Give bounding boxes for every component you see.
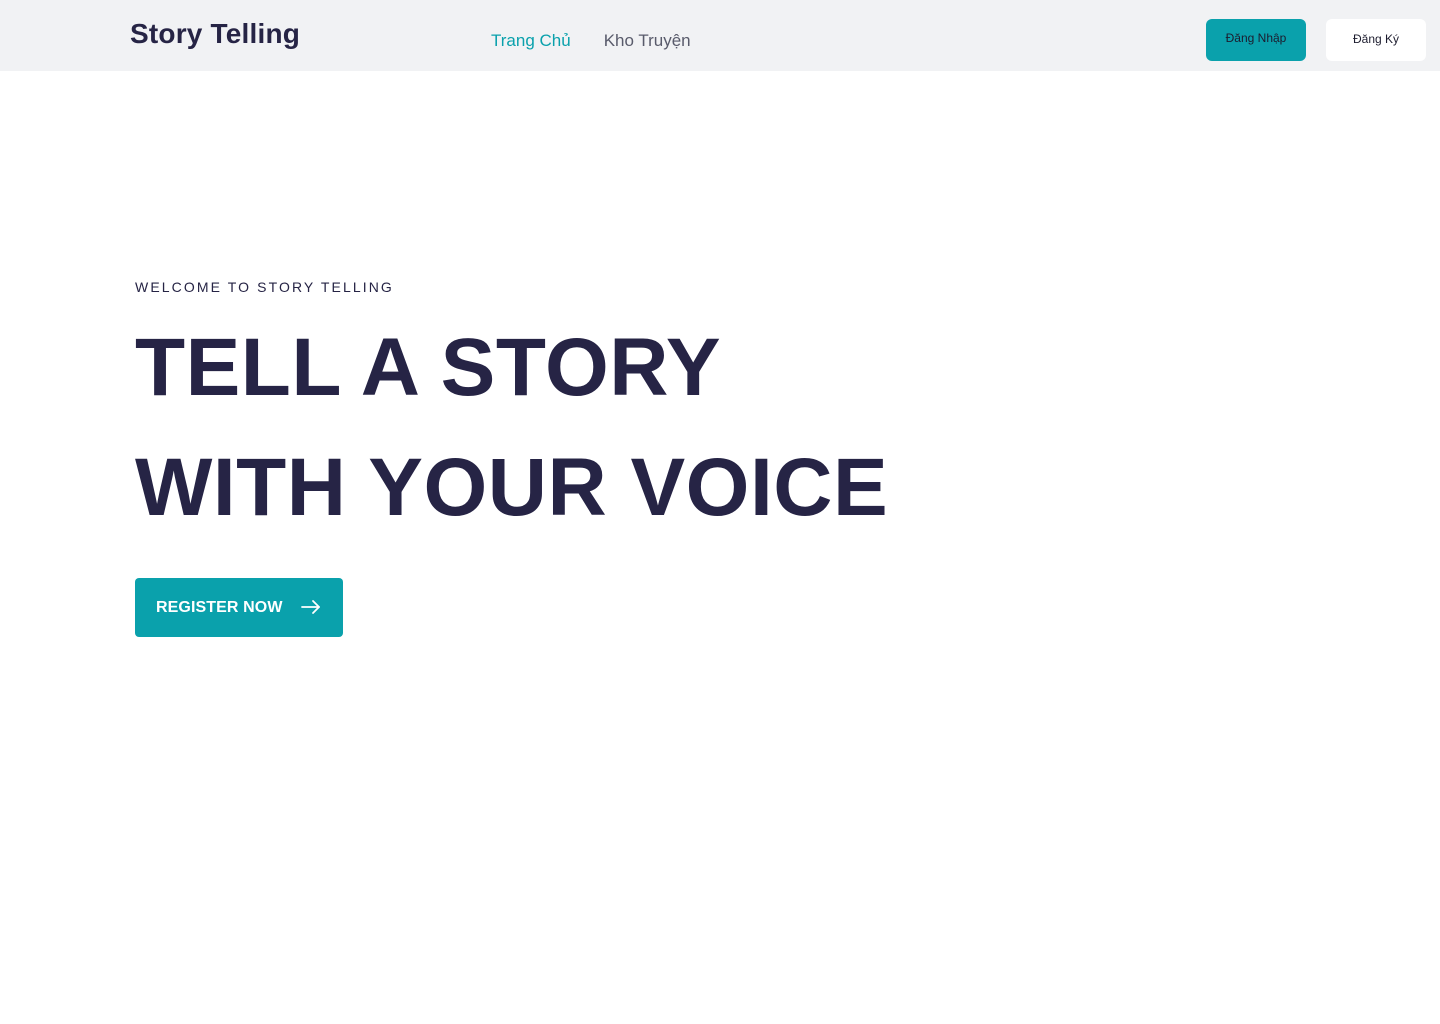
hero-headline-line-1: TELL A STORY (135, 322, 722, 413)
brand-logo[interactable]: Story Telling (130, 18, 300, 50)
hero-headline-line-2: WITH YOUR VOICE (135, 442, 889, 533)
arrow-right-icon (301, 600, 320, 614)
hero-eyebrow: WELCOME TO STORY TELLING (135, 279, 394, 295)
nav-item-story-library[interactable]: Kho Truyện (604, 31, 691, 51)
register-now-button[interactable]: REGISTER NOW (135, 578, 343, 637)
register-now-label: REGISTER NOW (156, 598, 283, 616)
login-button[interactable]: Đăng Nhập (1206, 19, 1306, 61)
top-navbar: Story Telling Trang Chủ Kho Truyện Đăng … (0, 0, 1440, 71)
main-nav: Trang Chủ Kho Truyện (491, 31, 691, 51)
signup-button[interactable]: Đăng Ký (1326, 19, 1426, 61)
nav-item-home[interactable]: Trang Chủ (491, 31, 571, 51)
